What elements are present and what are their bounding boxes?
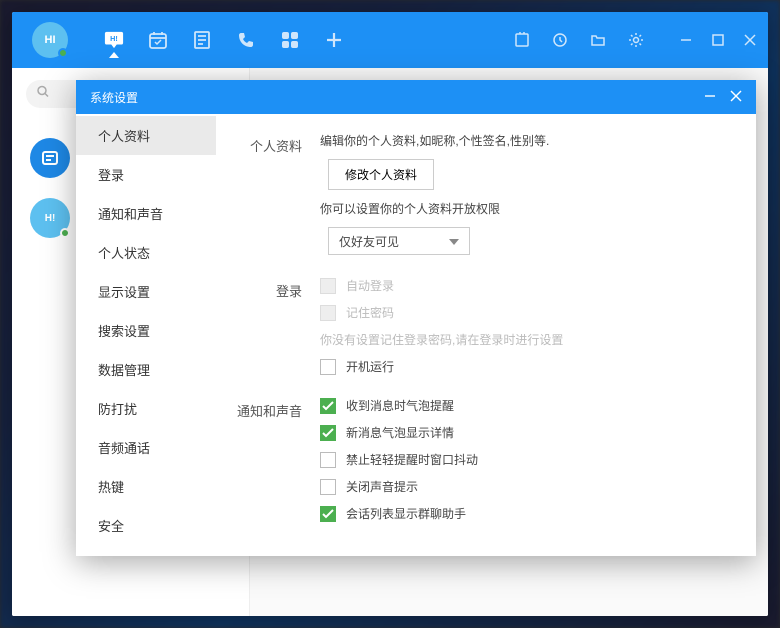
modal-minimize-icon[interactable] bbox=[704, 90, 716, 105]
nav-item[interactable]: 热键 bbox=[76, 467, 216, 506]
add-tab-icon[interactable] bbox=[324, 30, 344, 50]
checkbox[interactable] bbox=[320, 506, 336, 522]
nav-item[interactable]: 个人资料 bbox=[76, 116, 216, 155]
apps-tab-icon[interactable] bbox=[280, 30, 300, 50]
visibility-select[interactable]: 仅好友可见 bbox=[328, 227, 470, 255]
profile-desc: 编辑你的个人资料,如昵称,个性签名,性别等. bbox=[320, 132, 549, 149]
settings-modal: 系统设置 个人资料登录通知和声音个人状态显示设置搜索设置数据管理防打扰音频通话热… bbox=[76, 80, 756, 556]
nav-item[interactable]: 防打扰 bbox=[76, 389, 216, 428]
close-icon[interactable] bbox=[740, 30, 760, 50]
nav-item[interactable]: 音频通话 bbox=[76, 428, 216, 467]
avatar-text: HI bbox=[45, 34, 56, 46]
maximize-icon[interactable] bbox=[708, 30, 728, 50]
contact-avatar-icon bbox=[30, 138, 70, 178]
checkbox-label: 会话列表显示群聊助手 bbox=[346, 505, 466, 522]
startup-label: 开机运行 bbox=[346, 358, 394, 375]
folder-icon[interactable] bbox=[588, 30, 608, 50]
settings-content: 个人资料 编辑你的个人资料,如昵称,个性签名,性别等. 修改个人资料 你可以设置… bbox=[216, 114, 756, 556]
screenshot-icon[interactable] bbox=[512, 30, 532, 50]
nav-item[interactable]: 通知和声音 bbox=[76, 194, 216, 233]
login-note: 你没有设置记住登录密码,请在登录时进行设置 bbox=[320, 331, 563, 348]
status-online-icon bbox=[58, 48, 68, 58]
checkbox-label: 禁止轻轻提醒时窗口抖动 bbox=[346, 451, 478, 468]
settings-nav: 个人资料登录通知和声音个人状态显示设置搜索设置数据管理防打扰音频通话热键安全自动… bbox=[76, 114, 216, 556]
visibility-desc: 你可以设置你的个人资料开放权限 bbox=[320, 200, 500, 217]
checkbox[interactable] bbox=[320, 398, 336, 414]
checkbox-label: 关闭声音提示 bbox=[346, 478, 418, 495]
modal-header: 系统设置 bbox=[76, 80, 756, 114]
calendar-tab-icon[interactable] bbox=[148, 30, 168, 50]
modal-title: 系统设置 bbox=[90, 89, 138, 106]
modal-close-icon[interactable] bbox=[730, 90, 742, 105]
section-label-login: 登录 bbox=[224, 277, 302, 385]
auto-login-label: 自动登录 bbox=[346, 277, 394, 294]
checkbox-label: 新消息气泡显示详情 bbox=[346, 424, 454, 441]
nav-item[interactable]: 数据管理 bbox=[76, 350, 216, 389]
chat-tab-icon[interactable]: H! bbox=[104, 30, 124, 50]
phone-tab-icon[interactable] bbox=[236, 30, 256, 50]
svg-text:H!: H! bbox=[110, 34, 118, 43]
nav-item[interactable]: 自动更新 bbox=[76, 545, 216, 556]
minimize-icon[interactable] bbox=[676, 30, 696, 50]
nav-item[interactable]: 安全 bbox=[76, 506, 216, 545]
nav-item[interactable]: 显示设置 bbox=[76, 272, 216, 311]
checkbox[interactable] bbox=[320, 425, 336, 441]
search-icon bbox=[36, 85, 50, 104]
nav-item[interactable]: 搜索设置 bbox=[76, 311, 216, 350]
gear-icon[interactable] bbox=[626, 30, 646, 50]
edit-profile-button[interactable]: 修改个人资料 bbox=[328, 159, 434, 190]
checkbox-label: 收到消息时气泡提醒 bbox=[346, 397, 454, 414]
user-avatar[interactable]: HI bbox=[32, 22, 68, 58]
checkbox[interactable] bbox=[320, 452, 336, 468]
contact-avatar-icon: H! bbox=[30, 198, 70, 238]
checkbox-startup[interactable] bbox=[320, 359, 336, 375]
titlebar: HI H! bbox=[12, 12, 768, 68]
section-label-notify: 通知和声音 bbox=[224, 397, 302, 532]
checkbox[interactable] bbox=[320, 479, 336, 495]
checkbox-auto-login bbox=[320, 278, 336, 294]
news-tab-icon[interactable] bbox=[192, 30, 212, 50]
chevron-down-icon bbox=[449, 234, 459, 248]
section-label-profile: 个人资料 bbox=[224, 132, 302, 265]
nav-item[interactable]: 个人状态 bbox=[76, 233, 216, 272]
visibility-value: 仅好友可见 bbox=[339, 233, 399, 250]
checkbox-remember bbox=[320, 305, 336, 321]
remember-label: 记住密码 bbox=[346, 304, 394, 321]
history-icon[interactable] bbox=[550, 30, 570, 50]
nav-item[interactable]: 登录 bbox=[76, 155, 216, 194]
